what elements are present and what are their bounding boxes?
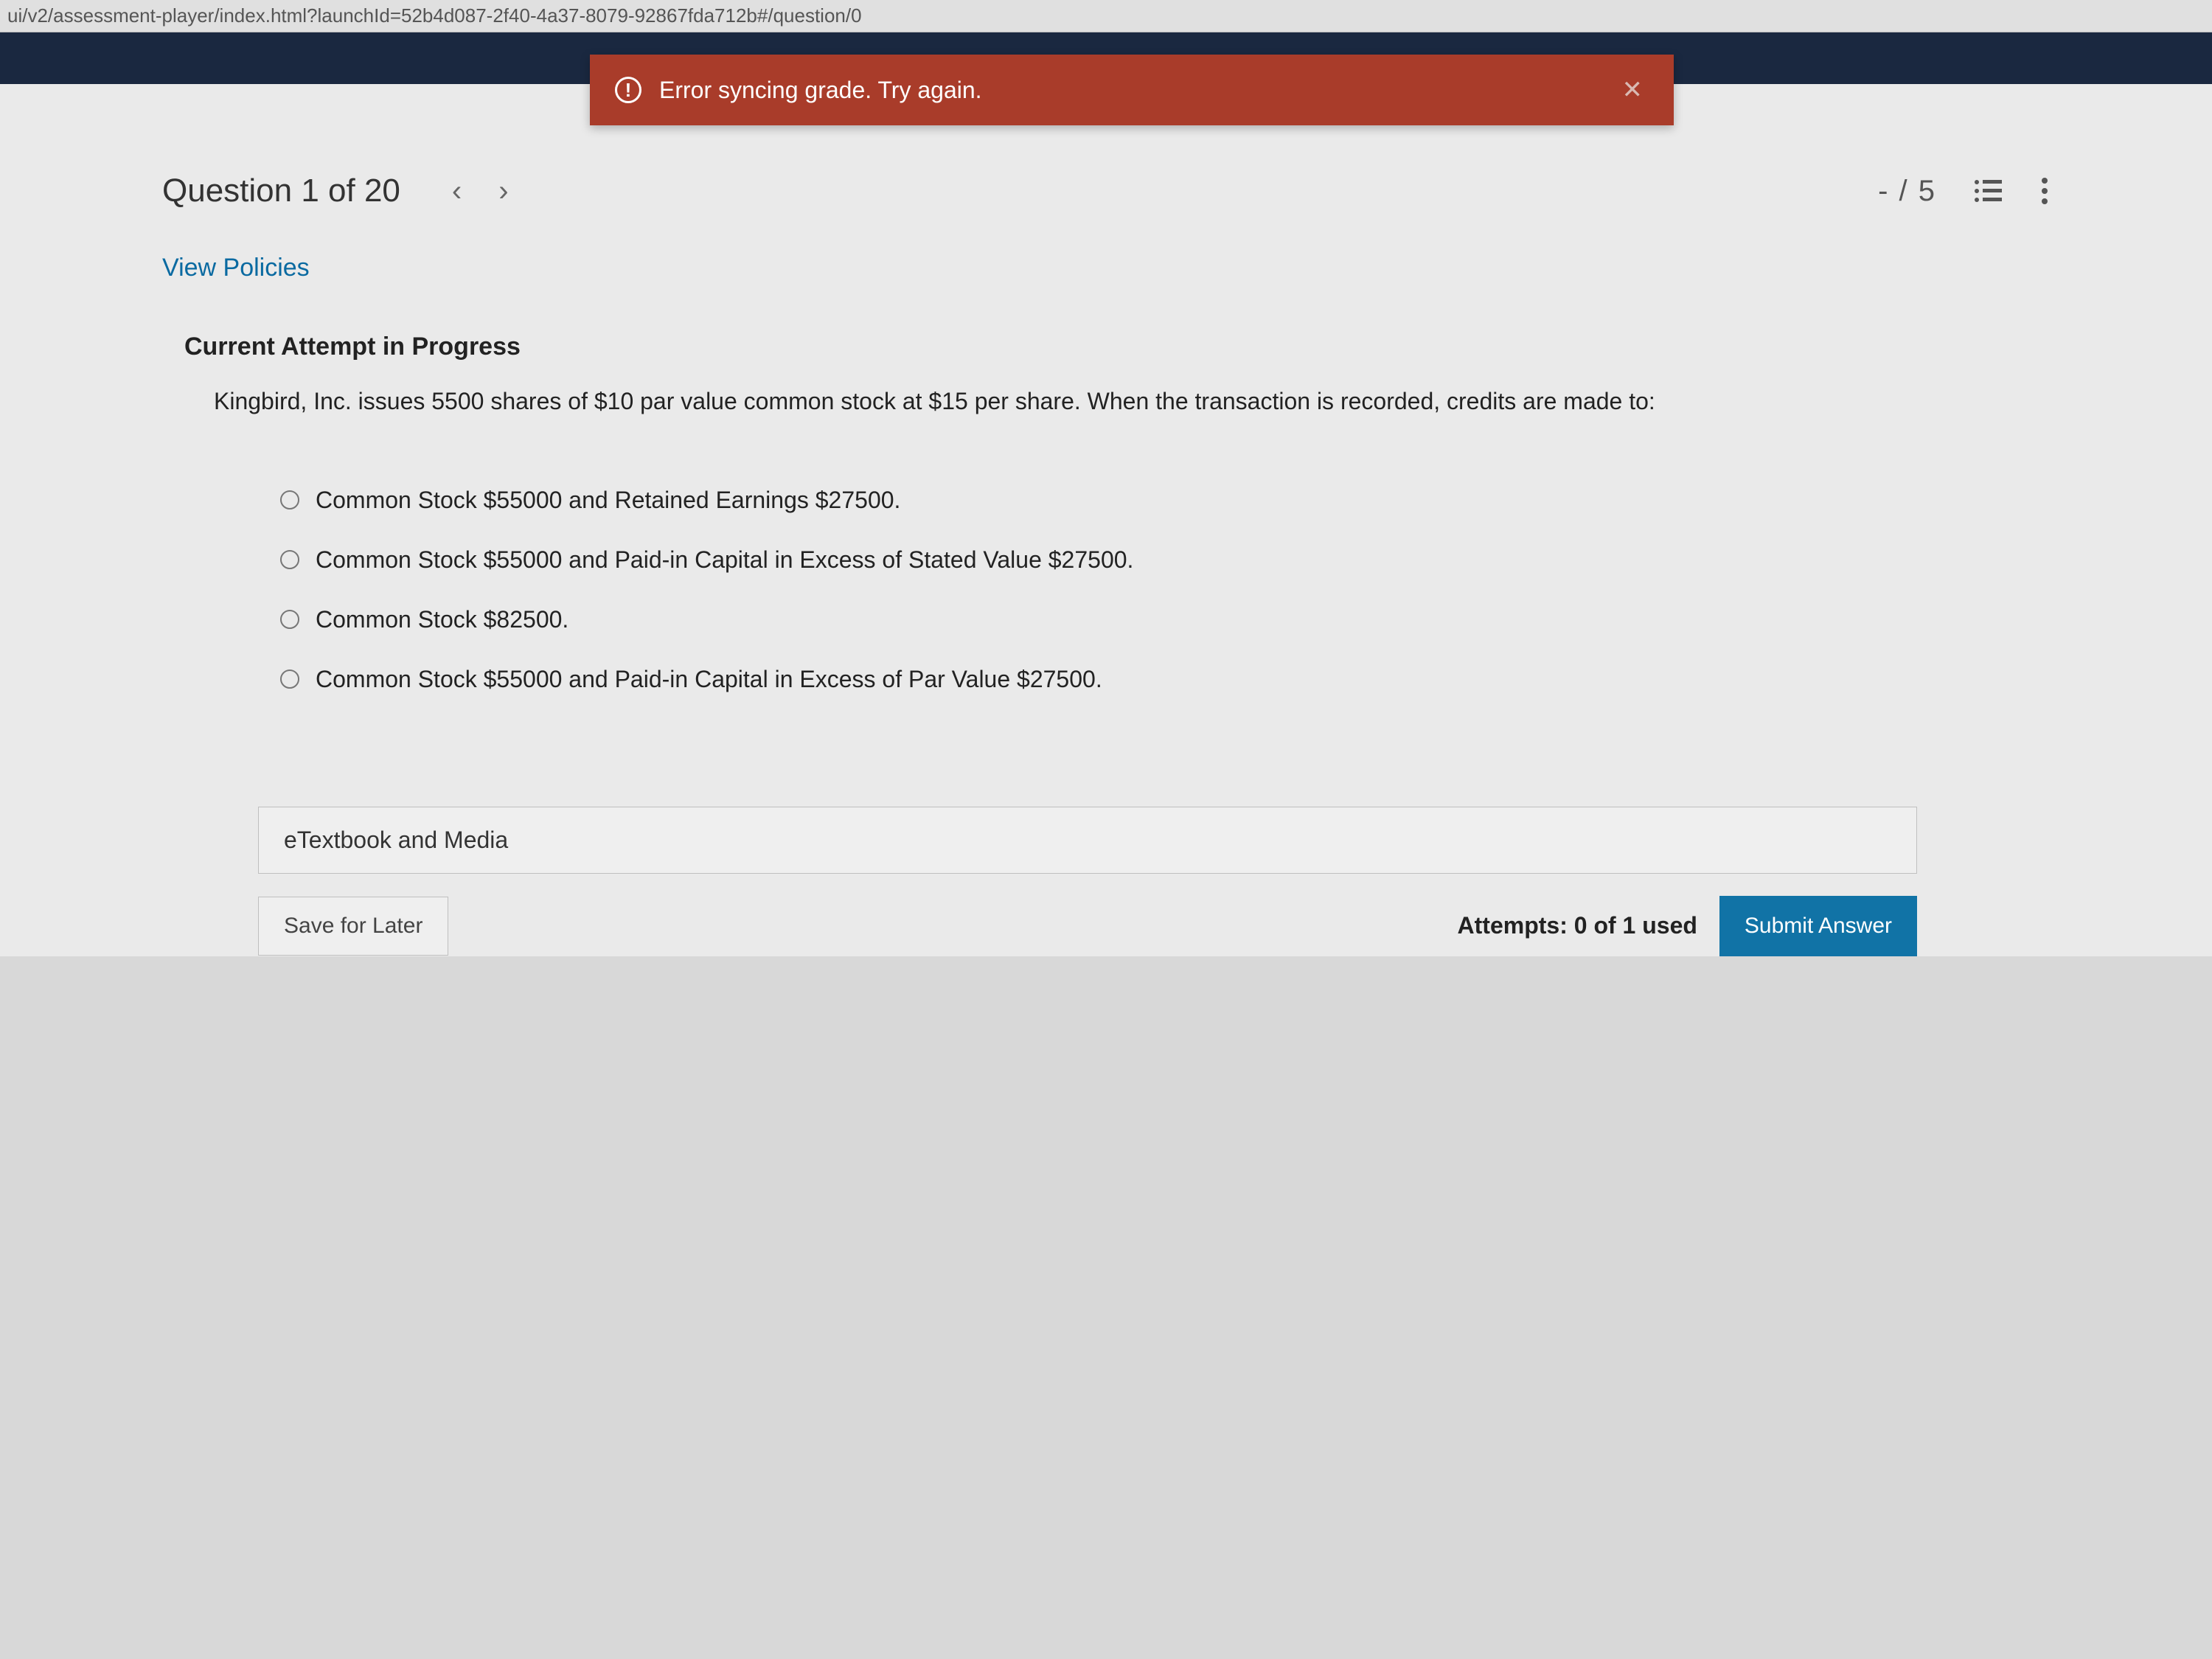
next-question-icon[interactable]: ›: [498, 175, 508, 208]
content-container: Question 1 of 20 ‹ › - / 5: [162, 84, 2050, 956]
score-display: - / 5: [1878, 175, 1936, 208]
radio-icon: [280, 490, 299, 509]
page-wrap: Question 1 of 20 ‹ › - / 5: [0, 84, 2212, 956]
answer-option[interactable]: Common Stock $82500.: [280, 606, 2050, 633]
question-text: Kingbird, Inc. issues 5500 shares of $10…: [214, 383, 1969, 420]
save-for-later-button[interactable]: Save for Later: [258, 897, 448, 956]
etextbook-media-button[interactable]: eTextbook and Media: [258, 807, 1917, 874]
close-icon[interactable]: ✕: [1616, 75, 1649, 105]
attempt-heading: Current Attempt in Progress: [162, 319, 2050, 383]
answer-option[interactable]: Common Stock $55000 and Paid-in Capital …: [280, 546, 2050, 574]
option-label: Common Stock $55000 and Paid-in Capital …: [316, 666, 1102, 693]
attempts-counter: Attempts: 0 of 1 used: [1458, 912, 1697, 939]
footer-row: Save for Later Attempts: 0 of 1 used Sub…: [258, 896, 1917, 956]
prev-question-icon[interactable]: ‹: [452, 175, 462, 208]
radio-icon: [280, 610, 299, 629]
more-options-icon[interactable]: [2039, 176, 2050, 206]
view-policies-link[interactable]: View Policies: [162, 232, 310, 319]
error-message: Error syncing grade. Try again.: [659, 77, 982, 104]
answer-options: Common Stock $55000 and Retained Earning…: [214, 487, 2050, 693]
question-list-icon[interactable]: [1973, 178, 2003, 204]
question-nav-arrows: ‹ ›: [452, 175, 509, 208]
header-right-tools: - / 5: [1878, 175, 2050, 208]
browser-url-bar: ui/v2/assessment-player/index.html?launc…: [0, 0, 2212, 32]
question-body: Kingbird, Inc. issues 5500 shares of $10…: [162, 383, 2050, 762]
answer-option[interactable]: Common Stock $55000 and Retained Earning…: [280, 487, 2050, 514]
option-label: Common Stock $82500.: [316, 606, 568, 633]
radio-icon: [280, 669, 299, 689]
submit-answer-button[interactable]: Submit Answer: [1719, 896, 1917, 956]
question-counter: Question 1 of 20: [162, 173, 400, 209]
answer-option[interactable]: Common Stock $55000 and Paid-in Capital …: [280, 666, 2050, 693]
option-label: Common Stock $55000 and Paid-in Capital …: [316, 546, 1133, 574]
alert-icon: !: [615, 77, 641, 103]
option-label: Common Stock $55000 and Retained Earning…: [316, 487, 900, 514]
radio-icon: [280, 550, 299, 569]
app-top-band: ! Error syncing grade. Try again. ✕: [0, 32, 2212, 84]
error-toast: ! Error syncing grade. Try again. ✕: [590, 55, 1674, 125]
